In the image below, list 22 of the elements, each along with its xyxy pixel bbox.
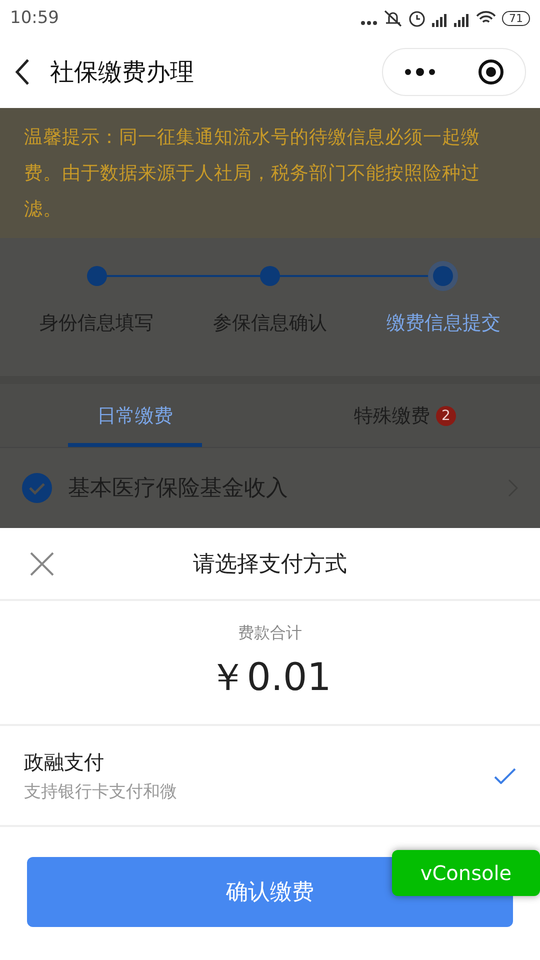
more-icon[interactable] xyxy=(404,67,436,77)
bell-muted-icon xyxy=(384,9,402,27)
tab[interactable]: 日常缴费 xyxy=(97,402,173,428)
step-label: 缴费信息提交 xyxy=(386,311,500,336)
count-badge: 2 xyxy=(436,406,456,426)
page-title: 社保缴费办理 xyxy=(50,57,195,88)
close-icon[interactable] xyxy=(30,552,54,576)
notice-text: 温馨提示：同一征集通知流水号的待缴信息必须一起缴费。由于数据来源于人社局，税务部门不能按照险种过滤。 xyxy=(24,127,480,220)
vconsole-toast[interactable]: vConsole xyxy=(392,850,540,896)
checkbox[interactable] xyxy=(22,473,52,503)
status-time: 10:59 xyxy=(10,8,59,28)
total-amount: ￥0.01 xyxy=(208,654,332,700)
close-target-icon[interactable] xyxy=(478,59,504,85)
back-icon[interactable] xyxy=(14,58,30,86)
payment-option[interactable]: 政融支付 支持银行卡支付和微 xyxy=(0,726,540,827)
more-dots-icon xyxy=(360,21,378,25)
battery-level: 71 xyxy=(502,10,530,26)
total-label: 费款合计 xyxy=(238,622,302,644)
alarm-icon xyxy=(408,9,426,27)
payment-name: 政融支付 xyxy=(24,748,105,776)
sheet-title: 请选择支付方式 xyxy=(192,550,348,578)
payment-description: 支持银行卡支付和微 xyxy=(24,780,178,802)
